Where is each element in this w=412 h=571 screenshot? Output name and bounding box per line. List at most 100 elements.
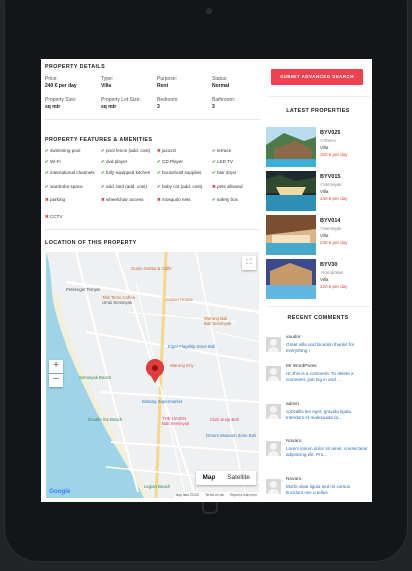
terms-link[interactable]: Terms of Use [205,492,224,498]
feature-item: ✔hair dryer [212,170,266,175]
comment-excerpt[interactable]: convallis leo eget, gravida ligula. Inte… [286,409,368,421]
property-thumbnail[interactable] [266,127,316,167]
device-screen: PROPERTY DETAILS Price: 240 € per day Typ… [41,59,372,502]
map-footer: Map data ©2022 Terms of Use Report a map… [173,492,259,498]
property-card[interactable]: BYV30 ⚲Kerobokan Villa 220 € per day [266,259,370,299]
detail-bathroom: Bathroom: 3 [212,97,236,110]
feature-label: add. bed (add. cost) [106,184,147,189]
feature-item: ✔CD Player [157,159,211,164]
feature-item: ✔add. bed (add. cost) [101,184,155,189]
feature-item: ✔LED TV [212,159,266,164]
property-location: ⚲Oberoi [320,138,336,143]
feature-item: ✔swimming pool [45,148,99,153]
fullscreen-button[interactable]: ⛶ [242,256,256,270]
avatar [266,337,281,352]
feature-label: wardrobe space [50,184,83,189]
map-label: Petitenget Temple [66,287,101,292]
feature-item: ✔household supplies [157,170,211,175]
property-location: ⚲Kerobokan [320,270,344,275]
feature-item: ✔Wi-Fi [45,159,99,164]
property-name[interactable]: BYV025 [320,130,341,136]
property-card[interactable]: BYV014 ⚲Seminyak Villa 240 € per day [266,215,370,255]
comment-author: vaudor [286,335,301,340]
property-name[interactable]: BYV015 [320,174,341,180]
property-type: Villa [320,233,329,238]
feature-item: ✔international channels [45,170,99,175]
submit-advanced-search-button[interactable]: SUBMIT ADVANCED SEARCH [271,69,363,85]
feature-label: international channels [50,170,95,175]
divider [45,229,259,230]
property-card[interactable]: BYV015 ⚲Seminyak Villa 240 € per day [266,171,370,211]
feature-label: safety box [217,197,238,202]
camera-dot [206,8,212,14]
property-type: Villa [320,189,329,194]
feature-item: ✔dvd player [101,159,155,164]
feature-label: CD Player [162,159,183,164]
map-label: Eiger Flagship Store Bali [168,344,216,349]
zoom-out-button[interactable]: − [49,374,63,387]
feature-item: ✖jacuzzi [157,148,211,153]
avatar [266,366,281,381]
map-label: Club Jenja Bali [210,417,239,422]
map-label: Bali Seminyak [204,321,232,326]
property-name[interactable]: BYV014 [320,218,341,224]
feature-item: ✔wardrobe space [45,184,99,189]
property-details-heading: PROPERTY DETAILS [45,64,106,70]
map-label: Double Six Beach [88,417,123,422]
google-logo: Google [49,488,71,495]
comment-item: admin convallis leo eget, gravida ligula… [266,402,370,442]
property-price: 300 € per day [320,152,348,157]
feature-item: ✔baby cot (add. cost) [157,184,211,189]
property-card[interactable]: BYV025 ⚲Oberoi Villa 300 € per day [266,127,370,167]
zoom-in-button[interactable]: + [49,360,63,373]
avatar [266,404,281,419]
feature-label: terrace [217,148,232,153]
feature-label: mosquito nets [162,197,191,202]
property-price: 240 € per day [320,240,348,245]
detail-purpose: Purpose: Rent [157,76,178,89]
divider [266,96,370,97]
map-label: Warung Eny [170,363,194,368]
comment-excerpt[interactable]: Hi, this is a comment. To delete a comme… [286,371,368,383]
property-location: ⚲Seminyak [320,182,342,187]
detail-lot-size: Property Lot Size: sq mtr [101,97,141,110]
map-data-credit: Map data ©2022 [175,493,200,497]
map-type-map-button[interactable]: Map [196,471,221,485]
divider [266,306,370,307]
feature-item: ✔fully equipped kitchen [101,170,155,175]
property-thumbnail[interactable] [266,171,316,211]
comment-excerpt[interactable]: Great villa and location thanks for ever… [286,342,368,354]
map-type-satellite-button[interactable]: Satellite [221,471,256,485]
feature-label: jacuzzi [162,148,177,153]
fullscreen-icon: ⛶ [246,259,252,266]
property-thumbnail[interactable] [266,215,316,255]
divider [45,119,259,120]
feature-item: ✖mosquito nets [157,197,211,202]
feature-label: pool fence (add. cost) [106,148,151,153]
property-name[interactable]: BYV30 [320,262,337,268]
report-error-link[interactable]: Report a map error [230,492,257,498]
comment-author: Novaro [286,477,302,482]
feature-label: Wi-Fi [50,159,61,164]
comment-excerpt[interactable]: Morbi vitae ligula sed mi cursus tincidu… [286,484,368,496]
property-type: Villa [320,277,329,282]
feature-label: CCTV [50,214,63,219]
features-heading: PROPERTY FEATURES & AMENITIES [45,137,153,143]
detail-status: Status: Normal [212,76,230,89]
detail-property-size: Property Size: sq mtr [45,97,77,110]
property-thumbnail[interactable] [266,259,316,299]
detail-type: Type: Villa [101,76,114,89]
map-label: Umai Seminyak [102,300,133,305]
detail-price: Price: 240 € per day [45,76,77,89]
avatar [266,441,281,456]
map-label: Corner House [166,297,193,302]
feature-item: ✖parking [45,197,99,202]
avatar [266,479,281,494]
google-map[interactable]: Gusto Gelato & Caffe Petitenget Temple T… [46,252,259,498]
feature-label: fully equipped kitchen [106,170,151,175]
comment-author: Mr WordPress [286,364,317,369]
feature-item: ✔safety box [212,197,266,202]
map-label: Bintang Supermarket [142,399,183,404]
comment-excerpt[interactable]: Lorem ipsum dolor sit amet, consectetur … [286,446,368,458]
map-label: Gusto Gelato & Caffe [131,266,172,271]
